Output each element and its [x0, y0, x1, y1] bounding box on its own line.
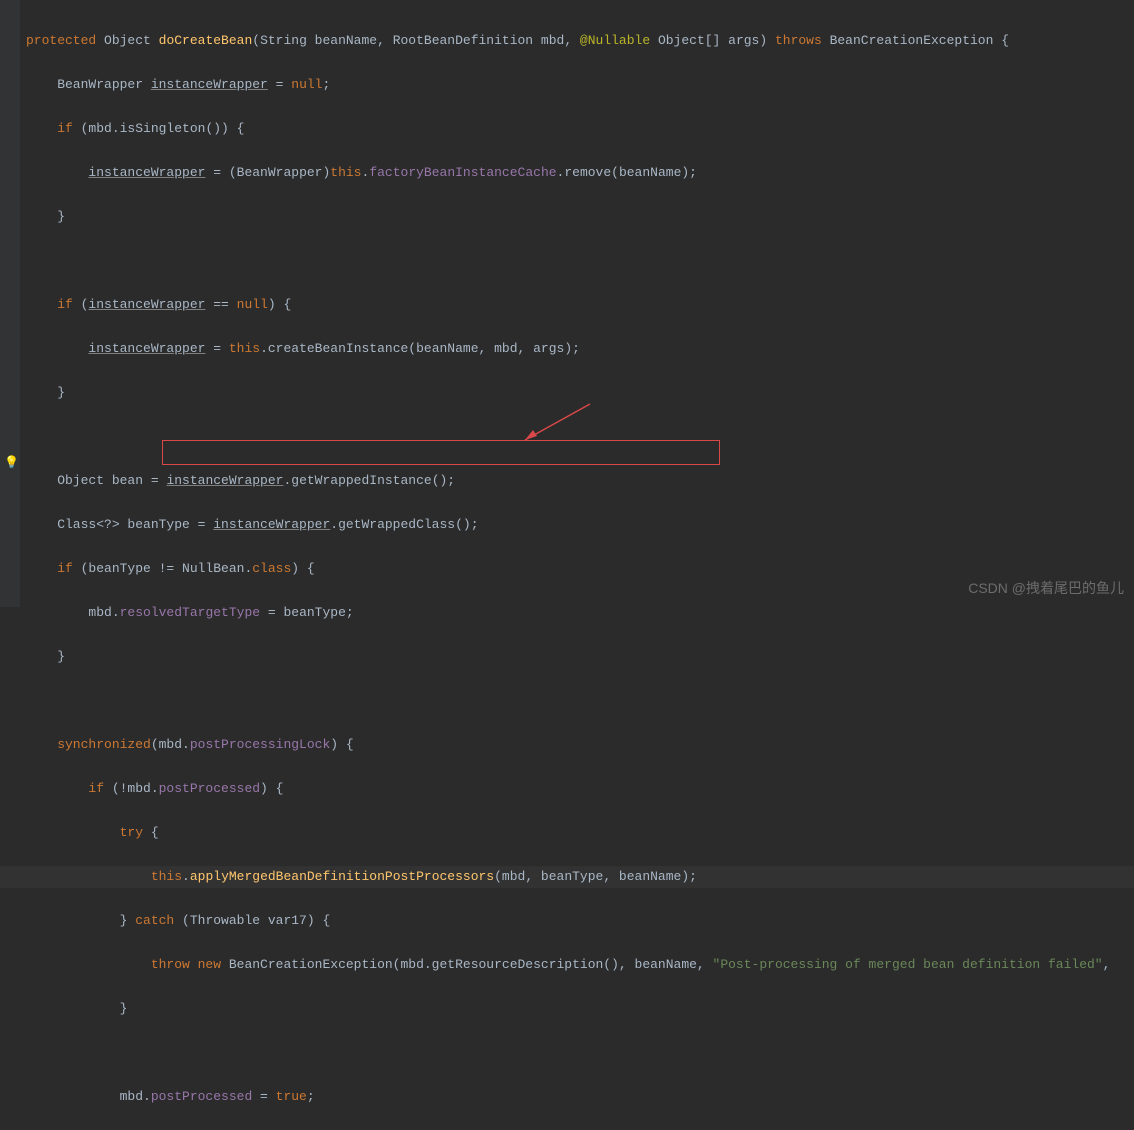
code-line: }: [26, 206, 1134, 228]
code-line: instanceWrapper = this.createBeanInstanc…: [26, 338, 1134, 360]
code-line: if (mbd.isSingleton()) {: [26, 118, 1134, 140]
code-line: throw new BeanCreationException(mbd.getR…: [26, 954, 1134, 976]
code-line: protected Object doCreateBean(String bea…: [26, 30, 1134, 52]
code-line: instanceWrapper = (BeanWrapper)this.fact…: [26, 162, 1134, 184]
code-line: [26, 426, 1134, 448]
code-editor-content[interactable]: protected Object doCreateBean(String bea…: [0, 0, 1134, 1130]
code-line-highlighted: this.applyMergedBeanDefinitionPostProces…: [0, 866, 1134, 888]
code-line: }: [26, 646, 1134, 668]
code-line: [26, 1042, 1134, 1064]
code-line: } catch (Throwable var17) {: [26, 910, 1134, 932]
editor-gutter: [0, 0, 20, 607]
code-line: BeanWrapper instanceWrapper = null;: [26, 74, 1134, 96]
code-line: mbd.postProcessed = true;: [26, 1086, 1134, 1108]
code-line: synchronized(mbd.postProcessingLock) {: [26, 734, 1134, 756]
code-line: if (!mbd.postProcessed) {: [26, 778, 1134, 800]
code-line: mbd.resolvedTargetType = beanType;: [26, 602, 1134, 624]
code-line: [26, 250, 1134, 272]
code-line: if (instanceWrapper == null) {: [26, 294, 1134, 316]
code-line: }: [26, 998, 1134, 1020]
code-line: [26, 690, 1134, 712]
code-line: Object bean = instanceWrapper.getWrapped…: [26, 470, 1134, 492]
code-line: Class<?> beanType = instanceWrapper.getW…: [26, 514, 1134, 536]
code-line: }: [26, 382, 1134, 404]
code-line: try {: [26, 822, 1134, 844]
lightbulb-icon[interactable]: 💡: [4, 452, 19, 474]
watermark-text: CSDN @拽着尾巴的鱼儿: [968, 577, 1124, 599]
